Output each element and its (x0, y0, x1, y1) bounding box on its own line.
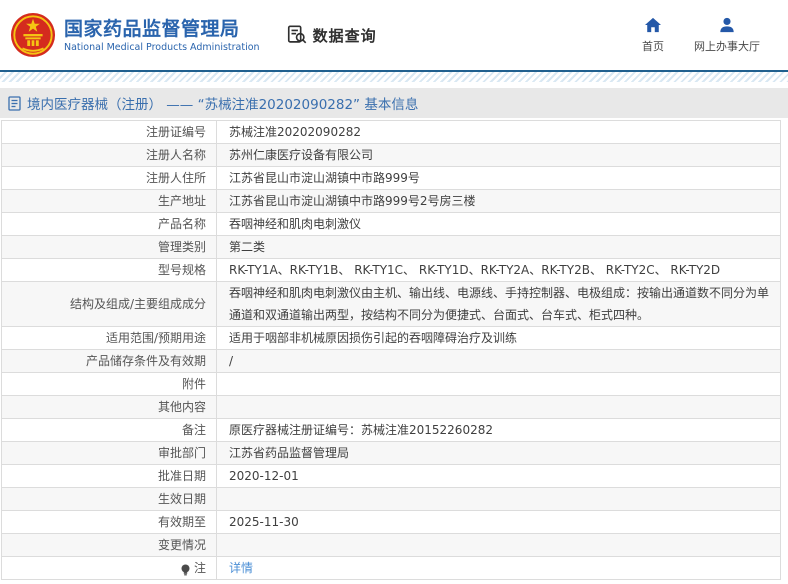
table-row: 备注 原医疗器械注册证编号：苏械注准20152260282 (2, 419, 780, 442)
org-names: 国家药品监督管理局 National Medical Products Admi… (64, 17, 260, 54)
site-header: 国家药品监督管理局 National Medical Products Admi… (0, 0, 788, 70)
row-label: 适用范围/预期用途 (2, 327, 216, 349)
row-value: RK-TY1A、RK-TY1B、 RK-TY1C、 RK-TY1D、RK-TY2… (216, 259, 780, 281)
table-row: 注册证编号 苏械注准20202090282 (2, 121, 780, 144)
row-label: 型号规格 (2, 259, 216, 281)
row-label: 生效日期 (2, 488, 216, 510)
row-label: 变更情况 (2, 534, 216, 556)
table-row: 注册人名称 苏州仁康医疗设备有限公司 (2, 144, 780, 167)
table-row: 生效日期 (2, 488, 780, 511)
table-row: 生产地址 江苏省昆山市淀山湖镇中市路999号2号房三楼 (2, 190, 780, 213)
row-value (216, 373, 780, 395)
nav-home-label: 首页 (642, 38, 664, 54)
home-icon (644, 17, 662, 33)
data-query-label: 数据查询 (313, 25, 377, 46)
nav-service-hall[interactable]: 网上办事大厅 (694, 17, 760, 54)
table-row: 注册人住所 江苏省昆山市淀山湖镇中市路999号 (2, 167, 780, 190)
table-row: 审批部门 江苏省药品监督管理局 (2, 442, 780, 465)
row-value: 2025-11-30 (216, 511, 780, 533)
row-value: 详情 (216, 557, 780, 579)
registration-info-table: 注册证编号 苏械注准20202090282 注册人名称 苏州仁康医疗设备有限公司… (1, 120, 781, 580)
table-row: 有效期至 2025-11-30 (2, 511, 780, 534)
row-label: 注册证编号 (2, 121, 216, 143)
row-value: 吞咽神经和肌肉电刺激仪由主机、输出线、电源线、手持控制器、电极组成：按输出通道数… (216, 282, 780, 326)
nav-home[interactable]: 首页 (642, 17, 664, 54)
note-icon (180, 562, 191, 575)
row-value: / (216, 350, 780, 372)
document-icon (8, 96, 21, 111)
row-value: 江苏省昆山市淀山湖镇中市路999号2号房三楼 (216, 190, 780, 212)
row-label-text: 注 (194, 557, 206, 579)
details-link[interactable]: 详情 (229, 557, 253, 579)
row-label: 批准日期 (2, 465, 216, 487)
table-row: 结构及组成/主要组成成分 吞咽神经和肌肉电刺激仪由主机、输出线、电源线、手持控制… (2, 282, 780, 327)
row-label: 注册人名称 (2, 144, 216, 166)
row-label: 生产地址 (2, 190, 216, 212)
org-name: 国家药品监督管理局 (64, 17, 260, 41)
row-value (216, 396, 780, 418)
logo-group: 国家药品监督管理局 National Medical Products Admi… (10, 12, 260, 58)
page-title: 境内医疗器械（注册） —— “苏械注准20202090282” 基本信息 (27, 93, 418, 113)
row-value (216, 534, 780, 556)
row-value: 吞咽神经和肌肉电刺激仪 (216, 213, 780, 235)
row-value: 适用于咽部非机械原因损伤引起的吞咽障碍治疗及训练 (216, 327, 780, 349)
row-value (216, 488, 780, 510)
stripe-band (0, 72, 788, 82)
row-label: 审批部门 (2, 442, 216, 464)
row-value: 江苏省药品监督管理局 (216, 442, 780, 464)
table-row: 其他内容 (2, 396, 780, 419)
row-value: 2020-12-01 (216, 465, 780, 487)
table-row: 附件 (2, 373, 780, 396)
row-value: 苏械注准20202090282 (216, 121, 780, 143)
table-row: 变更情况 (2, 534, 780, 557)
breadcrumb: 境内医疗器械（注册） —— “苏械注准20202090282” 基本信息 (0, 88, 788, 118)
table-row: 批准日期 2020-12-01 (2, 465, 780, 488)
row-label: 注 (2, 557, 216, 579)
row-label: 备注 (2, 419, 216, 441)
row-value: 苏州仁康医疗设备有限公司 (216, 144, 780, 166)
row-label: 附件 (2, 373, 216, 395)
row-label: 其他内容 (2, 396, 216, 418)
user-icon (718, 17, 736, 33)
org-name-en: National Medical Products Administration (64, 41, 260, 54)
row-value: 江苏省昆山市淀山湖镇中市路999号 (216, 167, 780, 189)
table-row: 管理类别 第二类 (2, 236, 780, 259)
table-row: 产品储存条件及有效期 / (2, 350, 780, 373)
table-row: 产品名称 吞咽神经和肌肉电刺激仪 (2, 213, 780, 236)
row-label: 管理类别 (2, 236, 216, 258)
row-label: 结构及组成/主要组成成分 (2, 282, 216, 326)
data-query-icon (286, 24, 308, 46)
row-value: 原医疗器械注册证编号：苏械注准20152260282 (216, 419, 780, 441)
page: 国家药品监督管理局 National Medical Products Admi… (0, 0, 788, 581)
row-label: 注册人住所 (2, 167, 216, 189)
row-label: 产品名称 (2, 213, 216, 235)
data-query-section[interactable]: 数据查询 (286, 24, 377, 46)
table-row: 注 详情 (2, 557, 780, 580)
national-emblem-logo (10, 12, 56, 58)
row-label: 有效期至 (2, 511, 216, 533)
table-row: 适用范围/预期用途 适用于咽部非机械原因损伤引起的吞咽障碍治疗及训练 (2, 327, 780, 350)
row-value: 第二类 (216, 236, 780, 258)
table-row: 型号规格 RK-TY1A、RK-TY1B、 RK-TY1C、 RK-TY1D、R… (2, 259, 780, 282)
header-nav: 首页 网上办事大厅 (642, 17, 760, 54)
nav-service-hall-label: 网上办事大厅 (694, 38, 760, 54)
row-label: 产品储存条件及有效期 (2, 350, 216, 372)
